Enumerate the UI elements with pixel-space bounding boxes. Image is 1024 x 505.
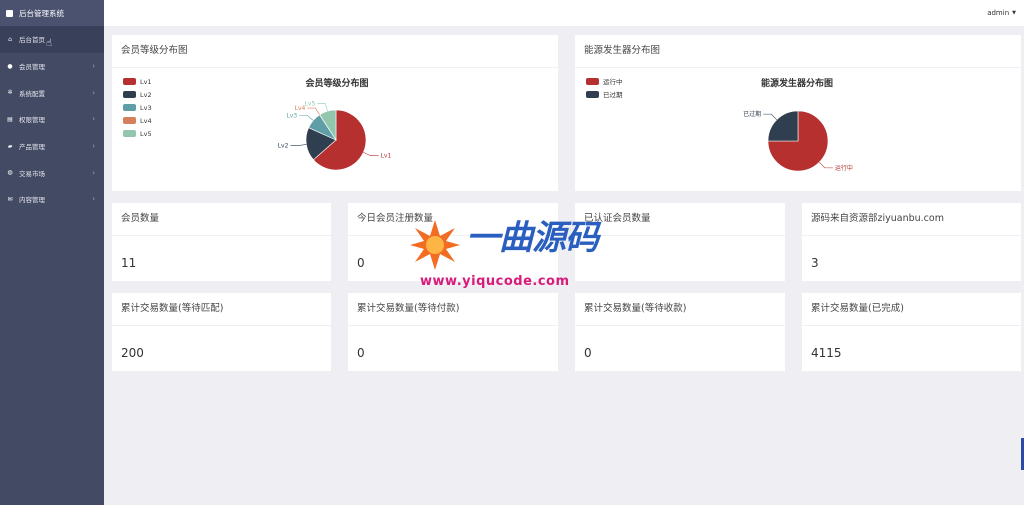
- stat-card-trades-awaiting-payment: 累计交易数量(等待付款) 0: [348, 293, 558, 371]
- label-leader-line: [307, 107, 320, 115]
- brand: 后台管理系统: [0, 0, 104, 26]
- sidebar-menu: ⌂ 后台首页 ● 会员管理 › ✲ 系统配置 › ▤ 权限管理 › ▰ 产品管理…: [0, 26, 104, 213]
- legend-label: 已过期: [603, 90, 623, 99]
- topbar: admin ▼: [104, 0, 1024, 26]
- stat-value: 0: [584, 346, 592, 360]
- stat-value: 0: [357, 346, 365, 360]
- label-leader-line: [317, 103, 328, 112]
- folder-icon: ▰: [7, 142, 13, 150]
- chevron-right-icon: ›: [92, 142, 95, 151]
- stat-value: 11: [121, 256, 137, 270]
- legend-swatch: [586, 91, 599, 98]
- label-leader-line: [290, 144, 307, 146]
- sidebar-item-label: 后台首页: [19, 36, 45, 45]
- legend-swatch: [123, 78, 136, 85]
- list-icon: ▤: [7, 115, 13, 123]
- stat-card-source: 源码来自资源部ziyuanbu.com 3: [802, 203, 1021, 281]
- member-level-pie-chart: Lv1Lv2Lv3Lv4Lv5会员等级分布图Lv1Lv2Lv3Lv4Lv5: [123, 77, 392, 171]
- sidebar-item-products[interactable]: ▰ 产品管理 ›: [0, 133, 104, 160]
- watermark-burst-icon: [410, 220, 460, 270]
- label-leader-line: [819, 162, 833, 169]
- panel-title: 能源发生器分布图: [575, 35, 1021, 68]
- slice-label: Lv5: [305, 101, 316, 108]
- sidebar-item-label: 会员管理: [19, 63, 45, 72]
- legend-swatch: [586, 78, 599, 85]
- stat-card-trades-awaiting-receipt: 累计交易数量(等待收款) 0: [575, 293, 785, 371]
- legend-label: Lv1: [140, 78, 152, 86]
- legend-swatch: [123, 117, 136, 124]
- sidebar-item-market[interactable]: ◍ 交易市场 ›: [0, 159, 104, 186]
- watermark-text: 一曲源码: [466, 218, 599, 258]
- slice-label: Lv2: [278, 143, 289, 150]
- label-leader-line: [763, 113, 777, 120]
- legend-label: 运行中: [603, 77, 623, 86]
- sidebar: 后台管理系统 ⌂ 后台首页 ● 会员管理 › ✲ 系统配置 › ▤ 权限管理 ›…: [0, 0, 104, 505]
- user-menu[interactable]: admin ▼: [987, 9, 1016, 17]
- legend-swatch: [123, 91, 136, 98]
- stat-label: 源码来自资源部ziyuanbu.com: [802, 203, 1021, 236]
- sidebar-item-permissions[interactable]: ▤ 权限管理 ›: [0, 106, 104, 133]
- energy-generator-pie-chart: 运行中已过期能源发生器分布图运行中已过期: [586, 77, 853, 172]
- legend-label: Lv3: [140, 104, 152, 112]
- slice-label: 已过期: [743, 110, 761, 118]
- label-leader-line: [299, 114, 314, 121]
- sidebar-item-label: 产品管理: [19, 143, 45, 152]
- stat-card-trades-awaiting-match: 累计交易数量(等待匹配) 200: [112, 293, 331, 371]
- label-leader-line: [363, 152, 379, 157]
- sidebar-item-label: 权限管理: [19, 116, 45, 125]
- legend-swatch: [123, 104, 136, 111]
- logo-icon: [6, 9, 13, 17]
- chevron-right-icon: ›: [92, 195, 95, 204]
- member-level-chart-panel: 会员等级分布图 Lv1 Lv2 Lv3 Lv4 Lv5 会员等级分布图 Lv1 Lv2 Lv3 L…: [112, 35, 558, 191]
- globe-icon: ◍: [7, 169, 13, 177]
- energy-generator-chart-panel: 能源发生器分布图 运行中 已过期 能源发生器分布图 运行中 已过期: [575, 35, 1021, 191]
- chevron-right-icon: ›: [92, 115, 95, 124]
- slice-label: Lv3: [286, 112, 297, 119]
- chart-title: 能源发生器分布图: [761, 77, 833, 89]
- sidebar-item-label: 内容管理: [19, 196, 45, 205]
- user-icon: ●: [7, 62, 13, 70]
- stat-card-trades-completed: 累计交易数量(已完成) 4115: [802, 293, 1021, 371]
- chart-title: 会员等级分布图: [305, 77, 368, 89]
- sidebar-item-content[interactable]: ✉ 内容管理 ›: [0, 186, 104, 213]
- panel-title: 会员等级分布图: [112, 35, 558, 68]
- legend-label: Lv4: [140, 117, 152, 125]
- cogs-icon: ✲: [7, 89, 13, 97]
- watermark: 一曲源码 www.yiqucode.com: [410, 208, 610, 298]
- sidebar-item-label: 系统配置: [19, 89, 45, 98]
- stat-label: 累计交易数量(等待匹配): [112, 293, 331, 326]
- app-title: 后台管理系统: [19, 8, 64, 18]
- watermark-url: www.yiqucode.com: [420, 274, 570, 289]
- legend-swatch: [123, 130, 136, 137]
- slice-label: Lv1: [381, 153, 392, 160]
- stat-label: 累计交易数量(已完成): [802, 293, 1021, 326]
- username: admin: [987, 9, 1010, 17]
- stat-value: 200: [121, 346, 144, 360]
- stat-value: 4115: [811, 346, 842, 360]
- legend-label: Lv5: [140, 130, 152, 138]
- sidebar-item-system-config[interactable]: ✲ 系统配置 ›: [0, 79, 104, 106]
- chevron-right-icon: ›: [92, 62, 95, 71]
- chevron-right-icon: ›: [92, 88, 95, 97]
- slice-label: 运行中: [835, 164, 853, 172]
- caret-down-icon: ▼: [1012, 10, 1016, 16]
- chevron-right-icon: ›: [92, 168, 95, 177]
- sidebar-item-members[interactable]: ● 会员管理 ›: [0, 53, 104, 80]
- sidebar-item-label: 交易市场: [19, 169, 45, 178]
- stat-card-members: 会员数量 11: [112, 203, 331, 281]
- envelope-icon: ✉: [7, 195, 13, 203]
- home-icon: ⌂: [8, 35, 12, 43]
- stat-value: 3: [811, 256, 819, 270]
- legend-label: Lv2: [140, 91, 152, 99]
- stat-label: 会员数量: [112, 203, 331, 236]
- hand-cursor-icon: ☝: [46, 38, 53, 49]
